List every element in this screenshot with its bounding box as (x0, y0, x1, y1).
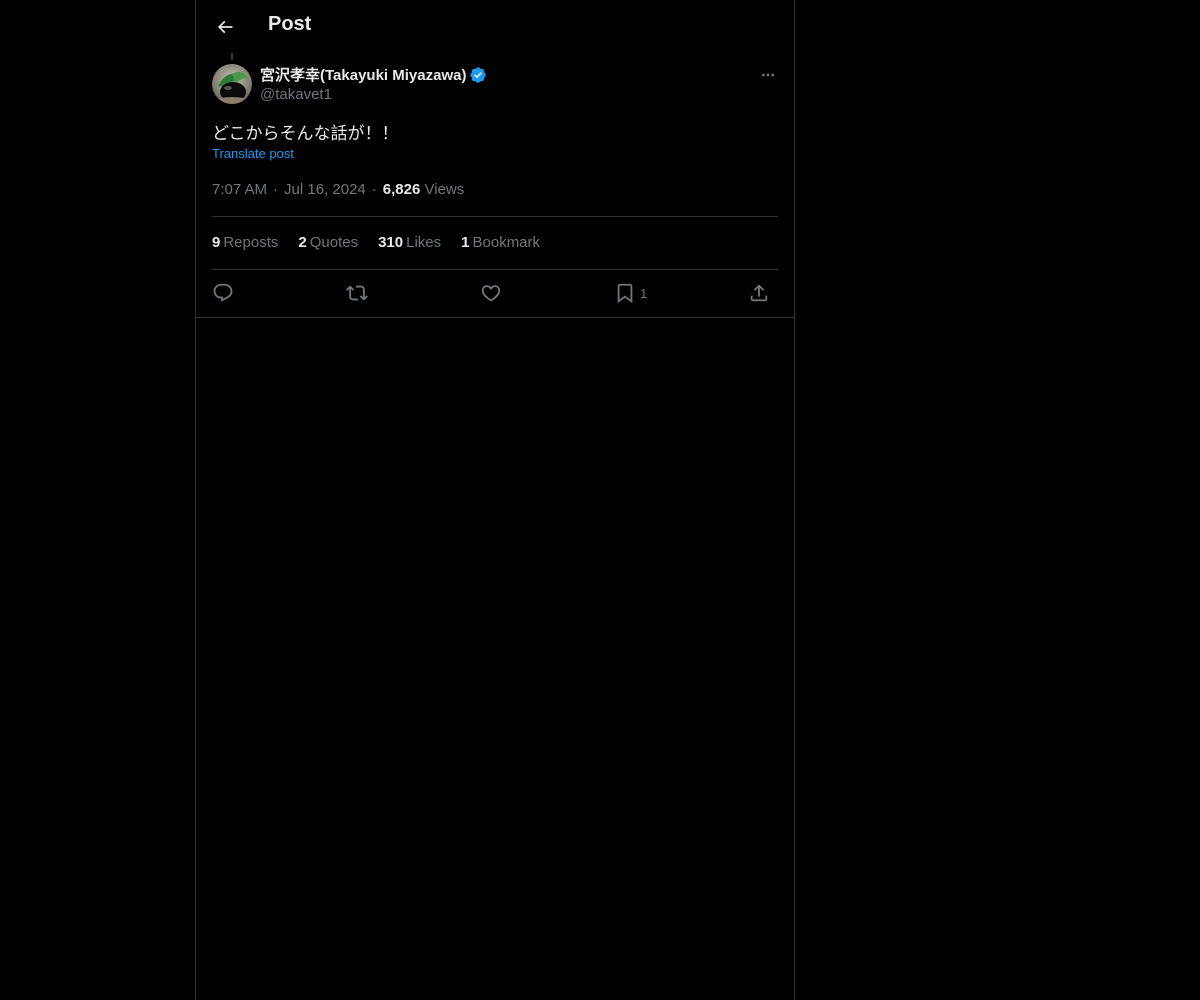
reposts-count: 9 (212, 234, 221, 251)
bookmarks-count: 1 (461, 234, 470, 251)
reposts-label: Reposts (223, 234, 279, 251)
heart-icon (481, 285, 501, 302)
views-label: Views (424, 181, 465, 198)
action-bar: 1 (212, 278, 778, 308)
reply-icon (213, 283, 233, 302)
likes-count: 310 (378, 234, 404, 251)
post-meta: 7:07 AM · Jul 16, 2024 · 6,826 Views (212, 181, 464, 198)
bookmarks-stat[interactable]: 1 Bookmark (461, 234, 540, 251)
quotes-stat[interactable]: 2 Quotes (298, 234, 358, 251)
bookmark-count: 1 (640, 285, 648, 301)
page-title: Post (268, 13, 312, 35)
repost-icon (346, 285, 368, 301)
bookmark-icon (617, 283, 633, 304)
meta-separator: · (371, 181, 377, 198)
post-header: Post (196, 0, 794, 53)
share-button[interactable] (748, 281, 770, 305)
main-column: Post 宮沢孝幸(Takayuki Miyazawa) @takavet1 ど… (195, 0, 795, 1000)
likes-stat[interactable]: 310 Likes (378, 234, 441, 251)
bookmarks-label: Bookmark (472, 234, 541, 251)
thread-connector-line (231, 53, 233, 60)
author-name[interactable]: 宮沢孝幸(Takayuki Miyazawa) (260, 64, 487, 85)
likes-label: Likes (406, 234, 442, 251)
quotes-label: Quotes (309, 234, 359, 251)
post-date[interactable]: Jul 16, 2024 (284, 181, 366, 198)
author-handle[interactable]: @takavet1 (260, 86, 332, 103)
repost-button[interactable] (346, 281, 368, 305)
divider (212, 269, 778, 270)
verified-badge-icon (470, 66, 487, 83)
post-time[interactable]: 7:07 AM (212, 181, 267, 198)
quotes-count: 2 (298, 234, 307, 251)
more-horizontal-icon (762, 73, 774, 77)
post-bottom-divider (196, 317, 794, 318)
reposts-stat[interactable]: 9 Reposts (212, 234, 278, 251)
avatar[interactable] (212, 64, 252, 104)
author-display-name[interactable]: 宮沢孝幸(Takayuki Miyazawa) (260, 64, 466, 85)
divider (212, 216, 778, 217)
reply-button[interactable] (212, 281, 234, 305)
post-text: どこからそんな話が！！ (212, 124, 399, 144)
translate-post-link[interactable]: Translate post (212, 146, 294, 161)
meta-separator: · (273, 181, 279, 198)
share-icon (750, 284, 768, 302)
like-button[interactable] (480, 281, 502, 305)
arrow-left-icon (217, 20, 233, 34)
bookmark-button[interactable]: 1 (614, 281, 647, 305)
more-options-button[interactable] (756, 66, 780, 84)
back-button[interactable] (208, 10, 242, 44)
post-stats: 9 Reposts 2 Quotes 310 Likes 1 Bookmark (212, 234, 560, 251)
views-count: 6,826 (382, 181, 421, 198)
